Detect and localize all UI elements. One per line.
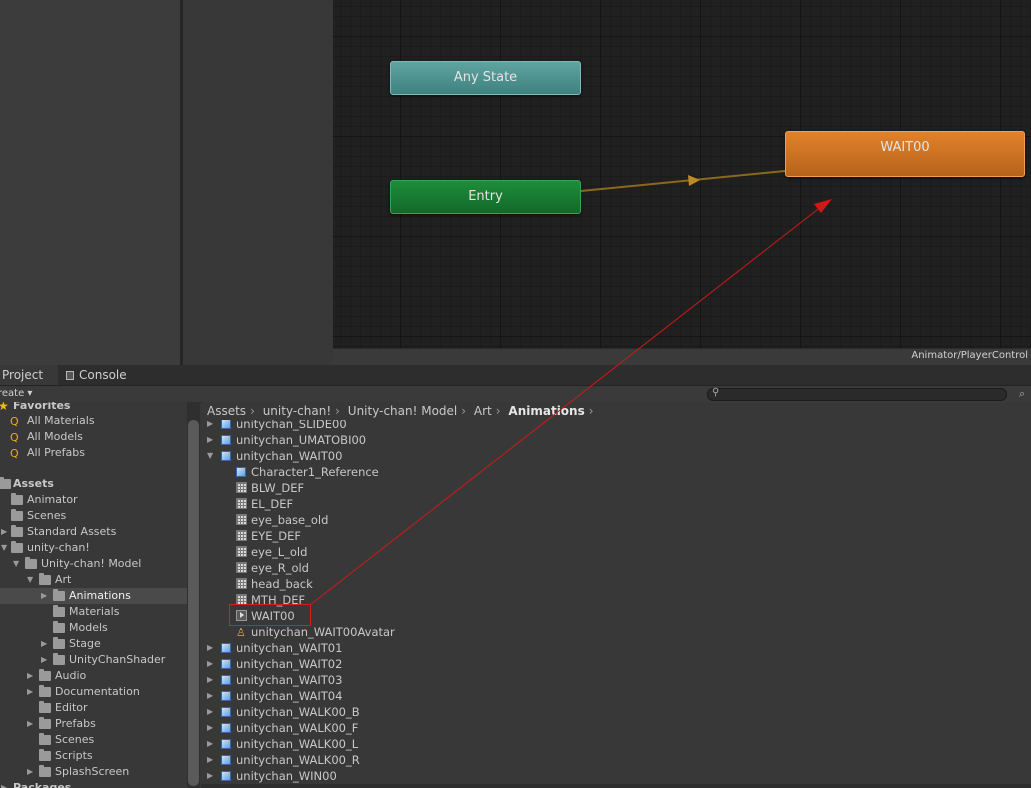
transition-arrow[interactable] <box>580 170 786 192</box>
overlay-arrows <box>309 170 832 606</box>
annotation-arrow <box>309 199 832 606</box>
